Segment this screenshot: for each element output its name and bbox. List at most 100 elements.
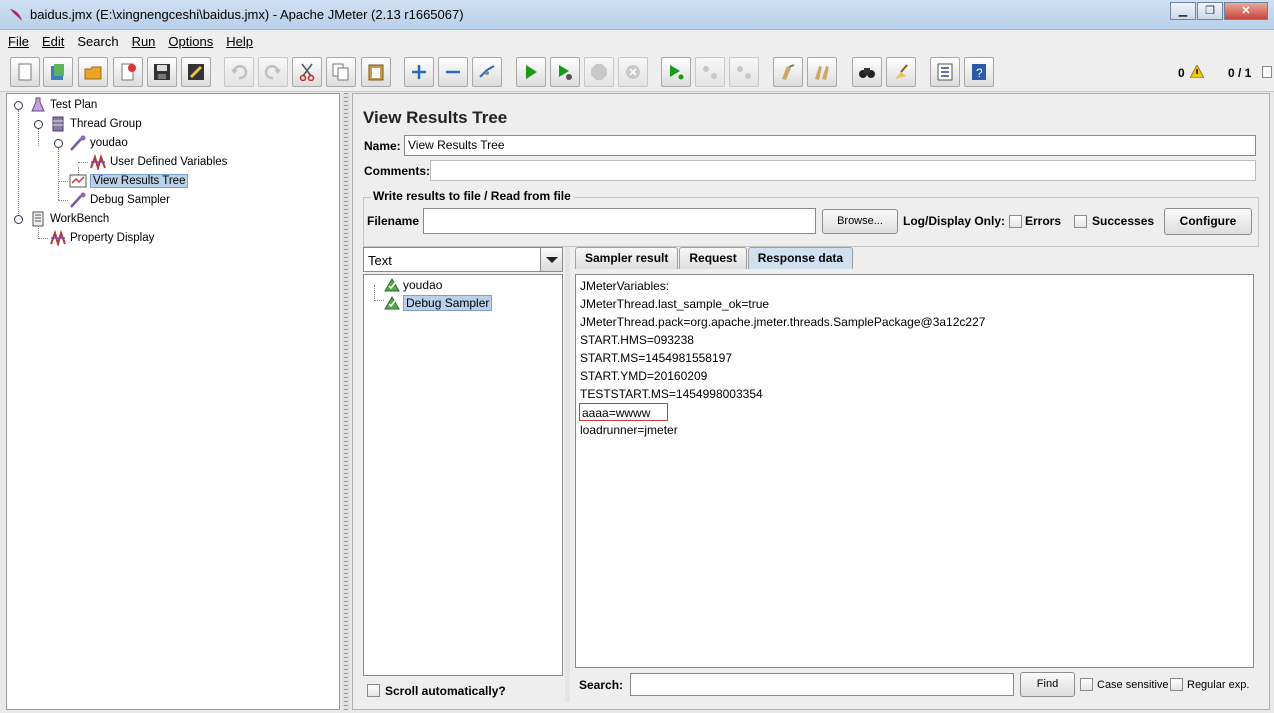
response-line-highlighted: aaaa=wwww	[579, 403, 668, 421]
remote-shutdown-button[interactable]	[729, 57, 759, 87]
start-no-pauses-button[interactable]	[550, 57, 580, 87]
name-field[interactable]: View Results Tree	[404, 135, 1256, 156]
save-screenshot-button[interactable]	[181, 57, 211, 87]
menu-edit[interactable]: Edit	[42, 34, 64, 49]
tree-toggle-test-plan[interactable]	[14, 101, 23, 110]
results-splitter[interactable]	[565, 247, 570, 702]
open-button[interactable]	[78, 57, 108, 87]
tree-item-thread-group[interactable]: Thread Group	[49, 114, 142, 133]
config-element-icon	[90, 153, 106, 170]
copy-icon	[332, 63, 349, 81]
search-input[interactable]	[630, 673, 1014, 696]
menu-options[interactable]: Options	[168, 34, 213, 49]
success-icon	[384, 277, 400, 291]
remote-start-icon	[670, 65, 684, 80]
redo-icon	[264, 64, 281, 80]
function-helper-button[interactable]	[930, 57, 960, 87]
menu-help[interactable]: Help	[226, 34, 253, 49]
open-icon	[84, 66, 102, 80]
comments-label: Comments:	[364, 164, 431, 178]
paste-button[interactable]	[361, 57, 391, 87]
tree-toggle-thread-group[interactable]	[34, 120, 43, 129]
browse-button[interactable]: Browse...	[822, 209, 898, 234]
close-button[interactable]: ✕	[1224, 2, 1268, 20]
help-button[interactable]: ?	[964, 57, 994, 87]
remote-stop-icon	[703, 66, 717, 79]
collapse-all-button[interactable]	[438, 57, 468, 87]
filename-field[interactable]	[423, 208, 816, 234]
copy-button[interactable]	[326, 57, 356, 87]
tree-toggle-workbench[interactable]	[14, 215, 23, 224]
case-sensitive-checkbox[interactable]	[1080, 678, 1093, 691]
search-button[interactable]	[852, 57, 882, 87]
templates-button[interactable]	[43, 57, 73, 87]
tree-item-property-display[interactable]: Property Display	[49, 228, 154, 247]
successes-checkbox[interactable]	[1074, 215, 1087, 228]
minimize-button[interactable]: ▁	[1170, 2, 1196, 20]
remote-start-button[interactable]	[661, 57, 691, 87]
tab-sampler-result[interactable]: Sampler result	[575, 247, 679, 269]
window-title: baidus.jmx (E:\xingnengceshi\baidus.jmx)…	[30, 7, 464, 22]
thread-group-icon	[52, 116, 64, 131]
close-file-button[interactable]	[113, 57, 143, 87]
new-button[interactable]	[10, 57, 40, 87]
results-tree: youdao Debug Sampler	[363, 274, 563, 676]
menu-search[interactable]: Search	[77, 34, 118, 49]
tab-request[interactable]: Request	[679, 247, 747, 269]
help-icon: ?	[972, 64, 986, 80]
redo-button[interactable]	[258, 57, 288, 87]
configure-button[interactable]: Configure	[1164, 208, 1252, 235]
filename-label: Filename	[367, 214, 420, 228]
response-data-area[interactable]: JMeterVariables: JMeterThread.last_sampl…	[575, 274, 1254, 668]
tree-item-youdao[interactable]: youdao	[69, 133, 128, 152]
tree-item-user-defined-variables[interactable]: User Defined Variables	[89, 152, 227, 171]
clear-button[interactable]	[773, 57, 803, 87]
clear-all-button[interactable]	[807, 57, 837, 87]
test-plan-tree: Test Plan Thread Group youdao User Defin…	[6, 93, 340, 710]
tree-item-debug-sampler[interactable]: Debug Sampler	[69, 190, 170, 209]
expand-all-button[interactable]	[404, 57, 434, 87]
cut-button[interactable]	[292, 57, 322, 87]
menu-run[interactable]: Run	[132, 34, 156, 49]
errors-checkbox[interactable]	[1009, 215, 1022, 228]
response-line: loadrunner=jmeter	[580, 423, 678, 437]
save-icon	[154, 64, 170, 80]
tree-item-workbench[interactable]: WorkBench	[29, 209, 109, 228]
response-line: START.HMS=093238	[580, 333, 694, 347]
shutdown-icon	[626, 65, 640, 79]
renderer-select[interactable]: Text	[363, 247, 563, 272]
shutdown-button[interactable]	[618, 57, 648, 87]
stop-button[interactable]	[584, 57, 614, 87]
remote-shutdown-icon	[737, 66, 751, 79]
regular-exp-checkbox[interactable]	[1170, 678, 1183, 691]
clear-icon	[782, 64, 795, 80]
result-item-debug-sampler[interactable]: Debug Sampler	[384, 294, 493, 311]
remote-stop-button[interactable]	[695, 57, 725, 87]
tree-item-view-results-tree[interactable]: View Results Tree	[69, 171, 189, 190]
function-helper-icon	[937, 63, 953, 81]
menu-file[interactable]: File	[8, 34, 29, 49]
start-button[interactable]	[516, 57, 546, 87]
save-button[interactable]	[147, 57, 177, 87]
restore-button[interactable]: ❐	[1197, 2, 1223, 20]
undo-button[interactable]	[224, 57, 254, 87]
result-item-youdao[interactable]: youdao	[384, 276, 442, 293]
tab-response-data[interactable]: Response data	[747, 247, 854, 269]
toggle-icon	[479, 65, 495, 78]
tree-toggle-youdao[interactable]	[54, 139, 63, 148]
successes-label: Successes	[1092, 214, 1155, 228]
listener-icon	[69, 174, 87, 187]
scroll-automatically-checkbox[interactable]	[367, 684, 380, 697]
main-splitter[interactable]	[342, 93, 350, 710]
toggle-button[interactable]	[472, 57, 502, 87]
chevron-down-icon[interactable]	[540, 248, 562, 271]
errors-label: Errors	[1025, 214, 1062, 228]
tree-item-test-plan[interactable]: Test Plan	[29, 95, 97, 114]
find-button[interactable]: Find	[1020, 672, 1075, 697]
reset-search-button[interactable]	[886, 57, 916, 87]
start-no-pauses-icon	[559, 65, 572, 80]
name-label: Name:	[364, 139, 401, 153]
close-file-icon	[121, 63, 136, 81]
undo-icon	[231, 64, 248, 80]
comments-field[interactable]	[430, 160, 1256, 181]
